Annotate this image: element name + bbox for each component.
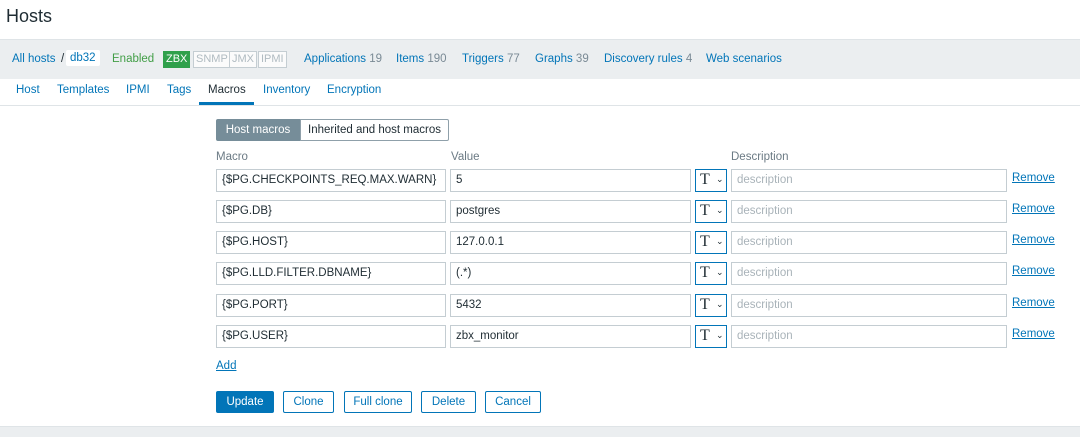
text-type-icon: T <box>700 264 710 281</box>
triggers-count: 77 <box>506 53 520 65</box>
macro-row: {$PG.PORT} 5432 T ⌄ description Remove <box>0 294 1080 317</box>
chevron-down-icon: ⌄ <box>716 330 724 340</box>
active-tab-indicator <box>199 102 254 105</box>
macro-value-input[interactable]: 5 <box>450 169 691 192</box>
macro-value-input[interactable]: postgres <box>450 200 691 223</box>
macro-row: {$PG.HOST} 127.0.0.1 T ⌄ description Remo… <box>0 231 1080 254</box>
applications-count: 19 <box>369 53 383 65</box>
macro-row: {$PG.USER} zbx_monitor T ⌄ description Re… <box>0 325 1080 348</box>
remove-macro-link[interactable]: Remove <box>1012 203 1055 215</box>
value-type-button[interactable]: T ⌄ <box>695 231 727 254</box>
breadcrumb-separator: / <box>61 53 65 65</box>
macro-description-input[interactable]: description <box>731 169 1007 192</box>
tab-tags[interactable]: Tags <box>167 84 191 96</box>
chevron-down-icon: ⌄ <box>716 267 724 277</box>
tab-macros[interactable]: Macros <box>208 84 246 96</box>
macro-value-input[interactable]: 127.0.0.1 <box>450 231 691 254</box>
text-type-icon: T <box>700 171 710 188</box>
items-link[interactable]: Items 190 <box>396 53 447 65</box>
chevron-down-icon: ⌄ <box>716 299 724 309</box>
snmp-availability-badge: SNMP <box>193 51 231 68</box>
jmx-availability-badge: JMX <box>229 51 257 68</box>
value-type-button[interactable]: T ⌄ <box>695 200 727 223</box>
macro-value-input[interactable]: 5432 <box>450 294 691 317</box>
remove-macro-link[interactable]: Remove <box>1012 265 1055 277</box>
host-tabs: Host Templates IPMI Tags Macros Inventor… <box>0 79 1080 106</box>
delete-button[interactable]: Delete <box>421 391 476 413</box>
value-type-button[interactable]: T ⌄ <box>695 325 727 348</box>
remove-macro-link[interactable]: Remove <box>1012 234 1055 246</box>
macro-name-input[interactable]: {$PG.USER} <box>216 325 446 348</box>
tab-encryption[interactable]: Encryption <box>327 84 381 96</box>
remove-macro-link[interactable]: Remove <box>1012 172 1055 184</box>
host-status-enabled[interactable]: Enabled <box>112 53 154 65</box>
discovery-rules-count: 4 <box>685 53 693 65</box>
value-type-button[interactable]: T ⌄ <box>695 262 727 285</box>
macro-row: {$PG.CHECKPOINTS_REQ.MAX.WARN} 5 T ⌄ desc… <box>0 169 1080 192</box>
value-type-button[interactable]: T ⌄ <box>695 294 727 317</box>
macro-name-input[interactable]: {$PG.LLD.FILTER.DBNAME} <box>216 262 446 285</box>
macro-description-input[interactable]: description <box>731 200 1007 223</box>
text-type-icon: T <box>700 202 710 219</box>
ipmi-availability-badge: IPMI <box>258 51 287 68</box>
text-type-icon: T <box>700 296 710 313</box>
web-scenarios-link[interactable]: Web scenarios <box>706 53 782 65</box>
remove-macro-link[interactable]: Remove <box>1012 328 1055 340</box>
chevron-down-icon: ⌄ <box>716 174 724 184</box>
text-type-icon: T <box>700 233 710 250</box>
host-name-link[interactable]: db32 <box>66 50 100 66</box>
macro-row: {$PG.DB} postgres T ⌄ description Remove <box>0 200 1080 223</box>
macro-name-input[interactable]: {$PG.DB} <box>216 200 446 223</box>
add-macro-link[interactable]: Add <box>216 360 236 372</box>
macro-name-input[interactable]: {$PG.HOST} <box>216 231 446 254</box>
value-type-button[interactable]: T ⌄ <box>695 169 727 192</box>
clone-button[interactable]: Clone <box>283 391 334 413</box>
page-footer-strip <box>0 426 1080 437</box>
graphs-link[interactable]: Graphs 39 <box>535 53 589 65</box>
macro-name-input[interactable]: {$PG.PORT} <box>216 294 446 317</box>
remove-macro-link[interactable]: Remove <box>1012 297 1055 309</box>
tab-host[interactable]: Host <box>16 84 40 96</box>
tab-templates[interactable]: Templates <box>57 84 109 96</box>
description-column-header: Description <box>731 151 789 163</box>
triggers-link[interactable]: Triggers 77 <box>462 53 520 65</box>
inherited-macros-toggle[interactable]: Inherited and host macros <box>300 119 449 141</box>
update-button[interactable]: Update <box>216 391 274 413</box>
macro-description-input[interactable]: description <box>731 262 1007 285</box>
macro-value-input[interactable]: zbx_monitor <box>450 325 691 348</box>
macro-row: {$PG.LLD.FILTER.DBNAME} (.*) T ⌄ descript… <box>0 262 1080 285</box>
macro-description-input[interactable]: description <box>731 294 1007 317</box>
all-hosts-link[interactable]: All hosts <box>12 53 55 65</box>
tab-ipmi[interactable]: IPMI <box>126 84 150 96</box>
macro-description-input[interactable]: description <box>731 231 1007 254</box>
discovery-rules-link[interactable]: Discovery rules 4 <box>604 53 692 65</box>
tab-inventory[interactable]: Inventory <box>263 84 310 96</box>
cancel-button[interactable]: Cancel <box>485 391 541 413</box>
applications-link[interactable]: Applications 19 <box>304 53 382 65</box>
graphs-count: 39 <box>575 53 589 65</box>
macro-description-input[interactable]: description <box>731 325 1007 348</box>
page-title: Hosts <box>6 6 53 26</box>
chevron-down-icon: ⌄ <box>716 236 724 246</box>
macro-column-header: Macro <box>216 151 248 163</box>
chevron-down-icon: ⌄ <box>716 205 724 215</box>
host-navigation-bar: All hosts / db32 Enabled ZBX SNMP JMX IP… <box>0 39 1080 79</box>
text-type-icon: T <box>700 327 710 344</box>
value-column-header: Value <box>451 151 480 163</box>
macro-value-input[interactable]: (.*) <box>450 262 691 285</box>
macro-name-input[interactable]: {$PG.CHECKPOINTS_REQ.MAX.WARN} <box>216 169 446 192</box>
full-clone-button[interactable]: Full clone <box>344 391 412 413</box>
host-macros-toggle[interactable]: Host macros <box>216 119 300 141</box>
items-count: 190 <box>427 53 447 65</box>
zbx-availability-badge: ZBX <box>163 51 191 68</box>
